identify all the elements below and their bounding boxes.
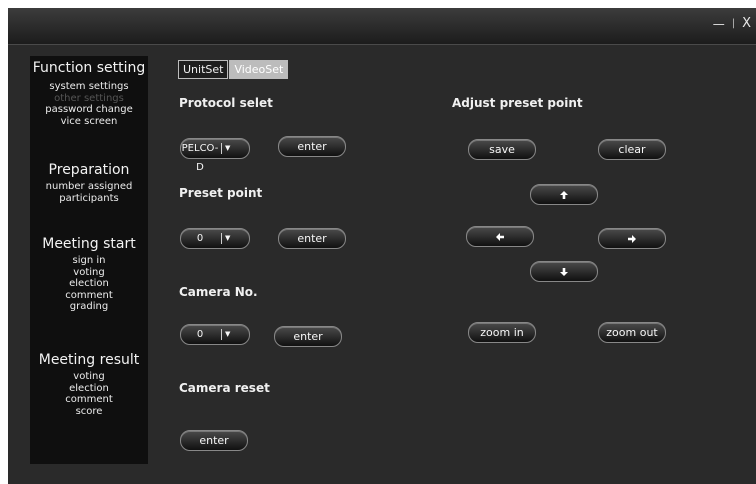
move-left-button[interactable] bbox=[466, 226, 534, 247]
sidebar-section-meeting-result: Meeting result voting election comment s… bbox=[30, 352, 148, 417]
zoom-out-button[interactable]: zoom out bbox=[598, 322, 666, 343]
close-button[interactable]: X bbox=[741, 16, 752, 31]
move-down-button[interactable] bbox=[530, 261, 598, 282]
sidebar-item-comment[interactable]: comment bbox=[30, 290, 148, 302]
preset-point-label: Preset point bbox=[179, 186, 263, 200]
sidebar-section-title: Meeting result bbox=[38, 352, 140, 368]
clear-button[interactable]: clear bbox=[598, 139, 666, 160]
sidebar-section-title: Meeting start bbox=[42, 236, 136, 252]
camera-no-select-value: 0 bbox=[196, 329, 204, 340]
arrow-up-icon bbox=[560, 191, 568, 199]
sidebar-section-meeting-start: Meeting start sign in voting election co… bbox=[30, 236, 148, 313]
sidebar-section-title: Preparation bbox=[48, 162, 130, 178]
arrow-left-icon bbox=[496, 233, 504, 241]
arrow-right-icon bbox=[628, 235, 636, 243]
select-divider bbox=[221, 143, 222, 154]
sidebar-item-election[interactable]: election bbox=[30, 278, 148, 290]
minimize-button[interactable]: — bbox=[712, 17, 726, 31]
app-window: — | X Function setting system settings o… bbox=[8, 8, 756, 484]
dropdown-arrow-icon: ▼ bbox=[225, 234, 231, 242]
protocol-select-value: PELCO-D bbox=[181, 143, 219, 173]
preset-point-select[interactable]: 0 ▼ bbox=[180, 228, 250, 249]
sidebar-item-grading[interactable]: grading bbox=[30, 301, 148, 313]
tab-videoset[interactable]: VideoSet bbox=[229, 60, 289, 79]
tab-bar: UnitSet VideoSet bbox=[178, 60, 289, 79]
select-divider bbox=[221, 329, 222, 340]
move-up-button[interactable] bbox=[530, 184, 598, 205]
select-divider bbox=[221, 233, 222, 244]
sidebar-item-result-voting[interactable]: voting bbox=[30, 371, 148, 383]
sidebar-item-result-comment[interactable]: comment bbox=[30, 394, 148, 406]
sidebar-section-preparation: Preparation number assigned participants bbox=[30, 162, 148, 204]
sidebar-item-voting[interactable]: voting bbox=[30, 267, 148, 279]
preset-point-select-value: 0 bbox=[196, 233, 204, 244]
sidebar: Function setting system settings other s… bbox=[30, 56, 148, 464]
protocol-enter-button[interactable]: enter bbox=[278, 136, 346, 157]
adjust-preset-label: Adjust preset point bbox=[452, 96, 583, 110]
sidebar-section-title: Function setting bbox=[32, 60, 146, 76]
camera-reset-enter-button[interactable]: enter bbox=[180, 430, 248, 451]
tab-unitset[interactable]: UnitSet bbox=[178, 60, 229, 79]
sidebar-item-password-change[interactable]: password change bbox=[30, 104, 148, 116]
save-button[interactable]: save bbox=[468, 139, 536, 160]
title-bar: — | X bbox=[8, 8, 756, 45]
arrow-down-icon bbox=[560, 268, 568, 276]
move-right-button[interactable] bbox=[598, 228, 666, 249]
dropdown-arrow-icon: ▼ bbox=[225, 330, 231, 338]
window-controls: — | X bbox=[712, 16, 752, 31]
sidebar-item-other-settings[interactable]: other settings bbox=[30, 93, 148, 105]
camera-no-label: Camera No. bbox=[179, 285, 258, 299]
zoom-in-button[interactable]: zoom in bbox=[468, 322, 536, 343]
sidebar-item-system-settings[interactable]: system settings bbox=[30, 81, 148, 93]
preset-point-enter-button[interactable]: enter bbox=[278, 228, 346, 249]
sidebar-item-number-assigned[interactable]: number assigned bbox=[30, 181, 148, 193]
sidebar-item-result-score[interactable]: score bbox=[30, 406, 148, 418]
window-controls-separator: | bbox=[731, 18, 736, 29]
sidebar-item-vice-screen[interactable]: vice screen bbox=[30, 116, 148, 128]
sidebar-item-result-election[interactable]: election bbox=[30, 383, 148, 395]
sidebar-section-function-setting: Function setting system settings other s… bbox=[30, 60, 148, 127]
dropdown-arrow-icon: ▼ bbox=[225, 144, 231, 152]
camera-no-select[interactable]: 0 ▼ bbox=[180, 324, 250, 345]
camera-no-enter-button[interactable]: enter bbox=[274, 326, 342, 347]
protocol-label: Protocol selet bbox=[179, 96, 273, 110]
sidebar-item-sign-in[interactable]: sign in bbox=[30, 255, 148, 267]
camera-reset-label: Camera reset bbox=[179, 381, 270, 395]
sidebar-item-participants[interactable]: participants bbox=[30, 193, 148, 205]
protocol-select[interactable]: PELCO-D ▼ bbox=[180, 138, 250, 173]
